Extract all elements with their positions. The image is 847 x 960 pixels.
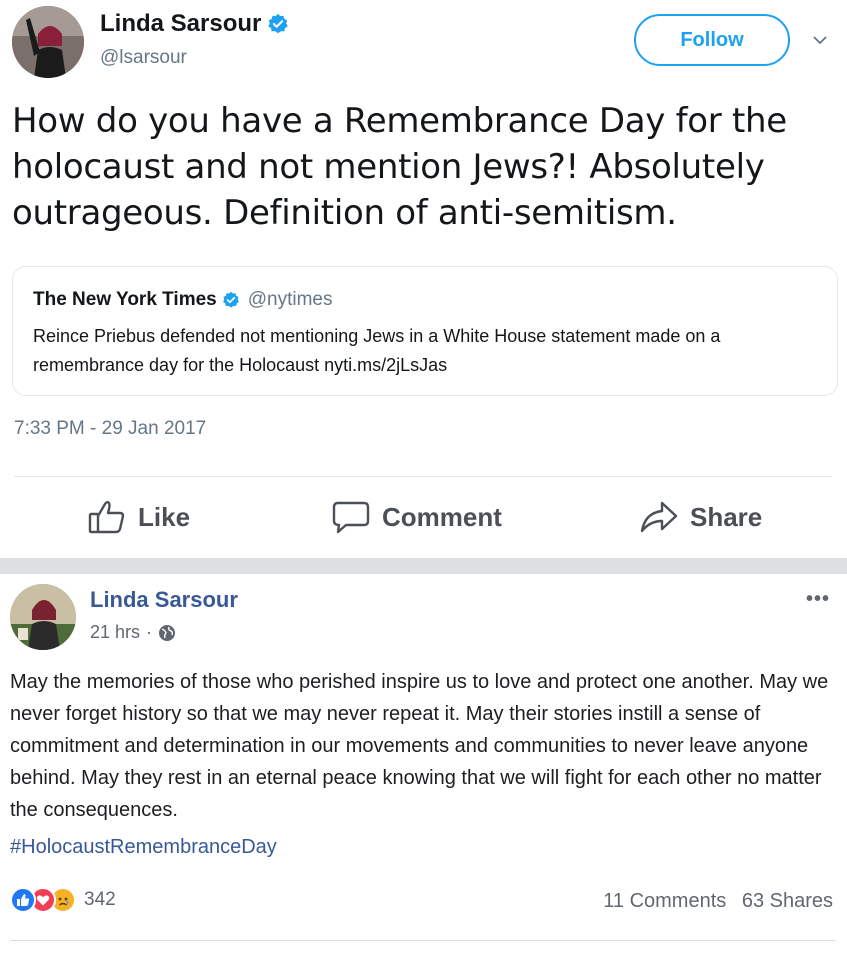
divider: [14, 476, 832, 477]
post-author-avatar[interactable]: [10, 584, 76, 650]
post-author-name[interactable]: Linda Sarsour: [90, 587, 238, 613]
verified-badge-icon: [222, 291, 239, 308]
shares-count-link[interactable]: 63 Shares: [742, 890, 833, 912]
quoted-tweet-text: Reince Priebus defended not mentioning J…: [33, 326, 721, 375]
post-time[interactable]: 21 hrs: [90, 622, 140, 643]
section-separator: [0, 558, 847, 574]
like-reaction-icon: [10, 887, 36, 913]
globe-icon[interactable]: [158, 624, 176, 642]
like-button[interactable]: Like: [88, 500, 190, 534]
more-options-icon[interactable]: •••: [806, 588, 830, 611]
post-meta: 21 hrs ·: [90, 622, 176, 643]
comment-label: Comment: [382, 501, 502, 532]
chevron-down-icon[interactable]: [812, 32, 828, 48]
post-hashtag[interactable]: #HolocaustRemembranceDay: [10, 836, 277, 859]
thumbs-up-icon: [88, 501, 125, 534]
tweet-author-name[interactable]: Linda Sarsour: [100, 10, 261, 38]
quoted-tweet[interactable]: The New York Times @nytimes Reince Prieb…: [12, 266, 838, 396]
verified-badge-icon: [268, 13, 289, 34]
tweet-text: How do you have a Remembrance Day for th…: [12, 101, 787, 233]
quoted-author-name: The New York Times: [33, 289, 217, 310]
divider: [10, 940, 836, 941]
share-label: Share: [690, 501, 763, 532]
meta-separator: ·: [146, 622, 153, 642]
facebook-post: Linda Sarsour 21 hrs · ••• May the memor…: [0, 574, 847, 960]
tweet-author-name-row: Linda Sarsour: [100, 10, 289, 38]
tweet-timestamp[interactable]: 7:33 PM - 29 Jan 2017: [14, 418, 206, 440]
like-label: Like: [138, 501, 191, 532]
tweet-card: Linda Sarsour @lsarsour Follow How do yo…: [0, 0, 847, 558]
tweet-author-handle[interactable]: @lsarsour: [100, 47, 187, 69]
follow-button[interactable]: Follow: [634, 14, 790, 66]
reaction-count: 342: [84, 889, 116, 910]
post-stats: 11 Comments 63 Shares: [603, 890, 833, 913]
comment-button[interactable]: Comment: [332, 500, 502, 534]
tweet-author-avatar[interactable]: [12, 6, 84, 78]
reactions-summary[interactable]: 342: [10, 887, 116, 913]
comments-count-link[interactable]: 11 Comments: [603, 890, 726, 912]
share-arrow-icon: [640, 501, 678, 533]
comment-bubble-icon: [332, 501, 370, 534]
post-text: May the memories of those who perished i…: [10, 671, 829, 821]
share-button[interactable]: Share: [640, 500, 762, 534]
quoted-tweet-header: The New York Times @nytimes: [33, 289, 333, 311]
quoted-author-handle: @nytimes: [247, 289, 333, 310]
